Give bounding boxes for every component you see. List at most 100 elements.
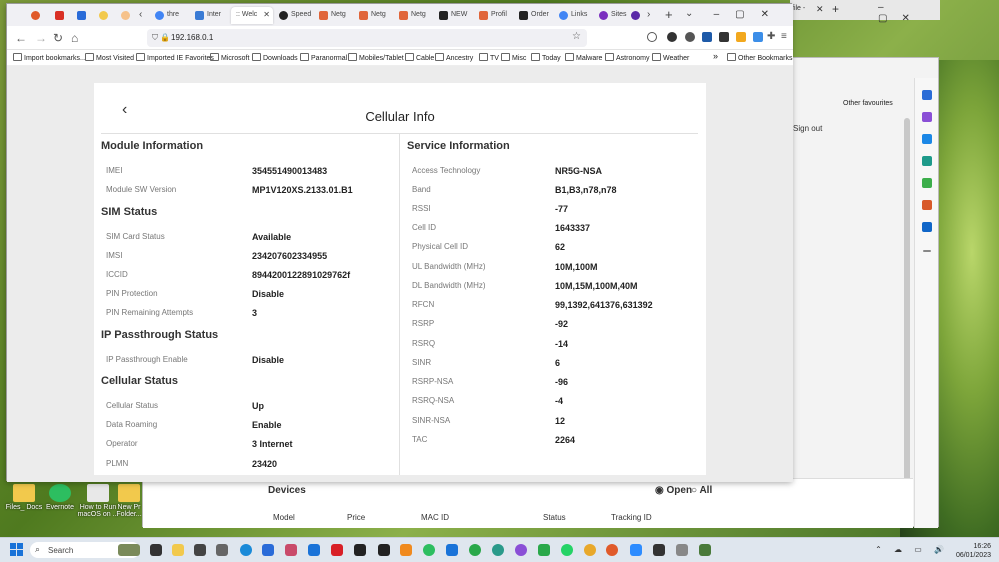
bookmark-item[interactable]: Malware: [565, 53, 602, 62]
tab-internet[interactable]: Inter: [191, 7, 229, 24]
app-icon[interactable]: [492, 544, 504, 556]
bookmark-item[interactable]: Microsoft: [210, 53, 249, 62]
bookmark-item[interactable]: Paranormal: [300, 53, 347, 62]
extension-icon[interactable]: [719, 32, 729, 42]
filter-all-radio[interactable]: ○ All: [691, 485, 712, 496]
tab-links[interactable]: Links: [555, 7, 593, 24]
firefox-icon[interactable]: [606, 544, 618, 556]
bookmark-item[interactable]: Import bookmarks...: [13, 53, 86, 62]
window-controls[interactable]: –▢✕: [878, 2, 940, 24]
close-icon[interactable]: ✕: [816, 4, 824, 15]
extension-icon[interactable]: [685, 32, 695, 42]
sign-out-link[interactable]: Sign out: [793, 124, 822, 133]
bookmark-star-icon[interactable]: ☆: [572, 31, 581, 42]
edge-icon[interactable]: [240, 544, 252, 556]
whatsapp-icon[interactable]: [561, 544, 573, 556]
tab-pinned-5[interactable]: [117, 7, 135, 24]
tab-welcome-active[interactable]: :: Welc ✕: [231, 7, 273, 24]
task-view-icon[interactable]: [150, 544, 162, 556]
games-icon[interactable]: [921, 178, 932, 188]
app-icon[interactable]: [653, 544, 665, 556]
extension-icon[interactable]: [702, 32, 712, 42]
file-explorer-icon[interactable]: [172, 544, 184, 556]
tab-speedtest[interactable]: Speed: [275, 7, 313, 24]
mail-icon[interactable]: [308, 544, 320, 556]
forward-icon[interactable]: →: [35, 31, 47, 45]
bookmark-item[interactable]: Misc: [501, 53, 526, 62]
store-icon[interactable]: [262, 544, 274, 556]
tab-orders[interactable]: Order: [515, 7, 553, 24]
new-tab-icon[interactable]: +: [665, 7, 673, 22]
app-icon[interactable]: [446, 544, 458, 556]
new-tab-icon[interactable]: +: [832, 2, 839, 16]
shield-icon[interactable]: ⛉ 🔒: [152, 33, 170, 43]
home-icon[interactable]: ⌂: [71, 31, 78, 45]
close-icon[interactable]: ✕: [263, 10, 270, 19]
terminal-icon[interactable]: [194, 544, 206, 556]
copilot-icon[interactable]: [921, 112, 932, 122]
messenger-icon[interactable]: [515, 544, 527, 556]
bookmark-item[interactable]: Weather: [652, 53, 689, 62]
bookmark-item[interactable]: Most Visited: [85, 53, 134, 62]
tab-last[interactable]: [627, 7, 645, 24]
add-icon[interactable]: [922, 250, 931, 252]
app-icon[interactable]: [469, 544, 481, 556]
app-icon[interactable]: [285, 544, 297, 556]
tools-icon[interactable]: [921, 156, 932, 166]
bookmark-item[interactable]: Imported IE Favorites: [136, 53, 214, 62]
tab-netgear-3[interactable]: Netg: [395, 7, 433, 24]
bookmark-item[interactable]: Mobiles/Tablet: [348, 53, 404, 62]
bookmark-item[interactable]: Astronomy: [605, 53, 649, 62]
extension-icon[interactable]: [736, 32, 746, 42]
clock[interactable]: 16:26 06/01/2023: [956, 542, 991, 560]
tab-firefox[interactable]: [27, 7, 45, 24]
tab-netgear-1[interactable]: Netg: [315, 7, 353, 24]
scroll-tabs-left-icon[interactable]: ‹: [139, 9, 142, 20]
windows-start-icon[interactable]: [10, 543, 23, 556]
desktop-icon-new-folder[interactable]: New Pr Folder...: [114, 484, 144, 518]
more-bookmarks-icon[interactable]: »: [713, 51, 718, 61]
url-bar[interactable]: ⛉ 🔒 192.168.0.1 ☆: [147, 29, 587, 47]
list-all-tabs-icon[interactable]: ⌄: [685, 8, 693, 19]
bookmark-item[interactable]: Ancestry: [435, 53, 473, 62]
app-icon[interactable]: [378, 544, 390, 556]
tab-amazon[interactable]: NEW: [435, 7, 473, 24]
office-icon[interactable]: [921, 200, 932, 210]
bookmark-item[interactable]: TV: [479, 53, 499, 62]
tab-profile[interactable]: Profil: [475, 7, 513, 24]
app-icon[interactable]: [538, 544, 550, 556]
back-icon[interactable]: ←: [15, 31, 27, 45]
system-tray[interactable]: ⌃ ☁ ▭ 🔊: [875, 545, 949, 554]
app-icon[interactable]: [676, 544, 688, 556]
filter-open-radio[interactable]: ◉ Open: [655, 485, 692, 496]
search-icon[interactable]: [921, 90, 932, 100]
edge-tab-title[interactable]: file -: [792, 5, 805, 12]
tab-google[interactable]: thre: [151, 7, 189, 24]
widgets-icon[interactable]: [118, 544, 140, 556]
edge-scrollbar[interactable]: [904, 118, 910, 508]
netflix-icon[interactable]: [331, 544, 343, 556]
app-icon[interactable]: [423, 544, 435, 556]
bookmark-item[interactable]: Today: [531, 53, 561, 62]
app-icon[interactable]: [354, 544, 366, 556]
zoom-icon[interactable]: [630, 544, 642, 556]
tab-pinned-4[interactable]: [95, 7, 113, 24]
bookmark-item[interactable]: Cable: [405, 53, 434, 62]
scroll-tabs-right-icon[interactable]: ›: [647, 9, 650, 20]
tab-pinned-3[interactable]: [73, 7, 91, 24]
app-icon[interactable]: [216, 544, 228, 556]
menu-icon[interactable]: ≡: [781, 31, 787, 42]
outlook-icon[interactable]: [921, 222, 932, 232]
window-controls[interactable]: –▢✕: [714, 9, 785, 20]
tab-netgear-2[interactable]: Netg: [355, 7, 393, 24]
app-icon[interactable]: [699, 544, 711, 556]
puzzle-icon[interactable]: ✚: [767, 31, 775, 42]
shopping-icon[interactable]: [921, 134, 932, 144]
vlc-icon[interactable]: [400, 544, 412, 556]
chrome-icon[interactable]: [584, 544, 596, 556]
extension-icon[interactable]: [667, 32, 677, 42]
bookmark-item[interactable]: Downloads: [252, 53, 298, 62]
tab-gmail[interactable]: [51, 7, 69, 24]
reload-icon[interactable]: ↻: [53, 31, 63, 45]
pocket-icon[interactable]: [647, 32, 657, 42]
